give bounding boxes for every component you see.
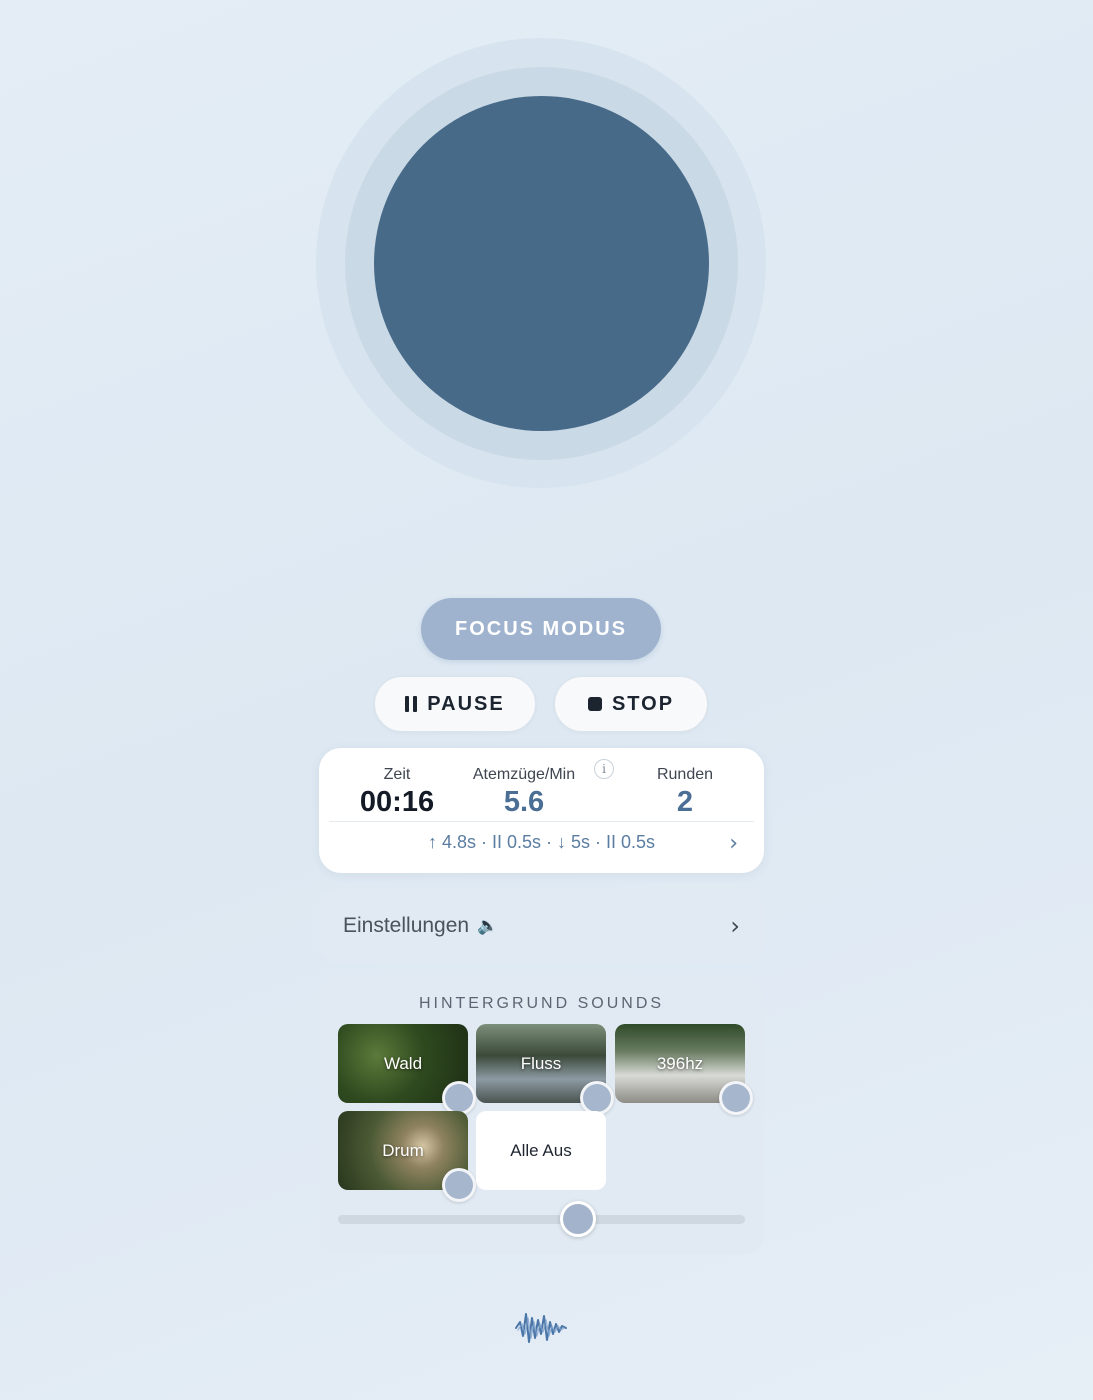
stat-time-label: Zeit — [383, 766, 411, 783]
breath-pattern[interactable]: ↑ 4.8s · II 0.5s · ↓ 5s · II 0.5s — [319, 832, 764, 856]
background-sounds-panel: HINTERGRUND SOUNDS Wald Fluss 396hz Drum… — [319, 977, 764, 1254]
session-stats-card: Zeit 00:16 Atemzüge/Min 5.6 i Runden 2 ↑… — [319, 748, 764, 873]
sound-tile-wald[interactable]: Wald — [338, 1024, 476, 1115]
sound-volume-knob[interactable] — [580, 1081, 614, 1115]
stat-bpm-label: Atemzüge/Min — [472, 766, 576, 783]
breathing-app: FOCUS MODUS PAUSE STOP Zeit 00:16 Atemzü… — [0, 0, 1093, 1400]
chevron-right-icon[interactable]: › — [729, 833, 738, 855]
all-off-label: Alle Aus — [510, 1140, 572, 1160]
all-off-button[interactable]: Alle Aus — [476, 1111, 606, 1190]
stats-divider — [329, 821, 754, 822]
master-volume-slider[interactable] — [338, 1201, 745, 1237]
focus-mode-button[interactable]: FOCUS MODUS — [421, 598, 661, 660]
sound-volume-knob[interactable] — [442, 1168, 476, 1202]
info-icon[interactable]: i — [594, 759, 614, 779]
settings-row[interactable]: Einstellungen 🔈 › — [319, 889, 764, 963]
sound-tile-drum[interactable]: Drum — [338, 1111, 476, 1202]
stat-rounds-value: 2 — [676, 786, 694, 818]
chevron-right-icon: › — [730, 912, 740, 940]
focus-mode-label: FOCUS MODUS — [455, 617, 627, 640]
sound-volume-knob[interactable] — [719, 1081, 753, 1115]
sounds-title: HINTERGRUND SOUNDS — [418, 995, 665, 1012]
pause-label: PAUSE — [427, 692, 505, 715]
volume-thumb[interactable] — [560, 1201, 597, 1237]
settings-label: Einstellungen — [343, 914, 470, 937]
stat-breaths-per-minute: Atemzüge/Min 5.6 — [459, 766, 589, 819]
volume-fill — [338, 1215, 579, 1224]
pause-icon — [405, 696, 418, 712]
stop-button[interactable]: STOP — [554, 676, 708, 732]
stat-time: Zeit 00:16 — [347, 766, 447, 819]
stop-icon — [587, 697, 602, 711]
stat-time-value: 00:16 — [359, 786, 435, 818]
breath-orb[interactable] — [374, 96, 709, 431]
speaker-icon: 🔈 — [477, 916, 499, 935]
sound-tile-396hz[interactable]: 396hz — [615, 1024, 753, 1115]
stop-label: STOP — [611, 692, 675, 715]
stat-rounds-label: Runden — [656, 766, 714, 783]
stat-bpm-value: 5.6 — [503, 786, 545, 818]
sound-tile-fluss[interactable]: Fluss — [476, 1024, 614, 1115]
sound-volume-knob[interactable] — [442, 1081, 476, 1115]
pause-button[interactable]: PAUSE — [374, 676, 536, 732]
waveform-logo-icon — [515, 1313, 567, 1343]
stat-rounds: Runden 2 — [639, 766, 731, 819]
